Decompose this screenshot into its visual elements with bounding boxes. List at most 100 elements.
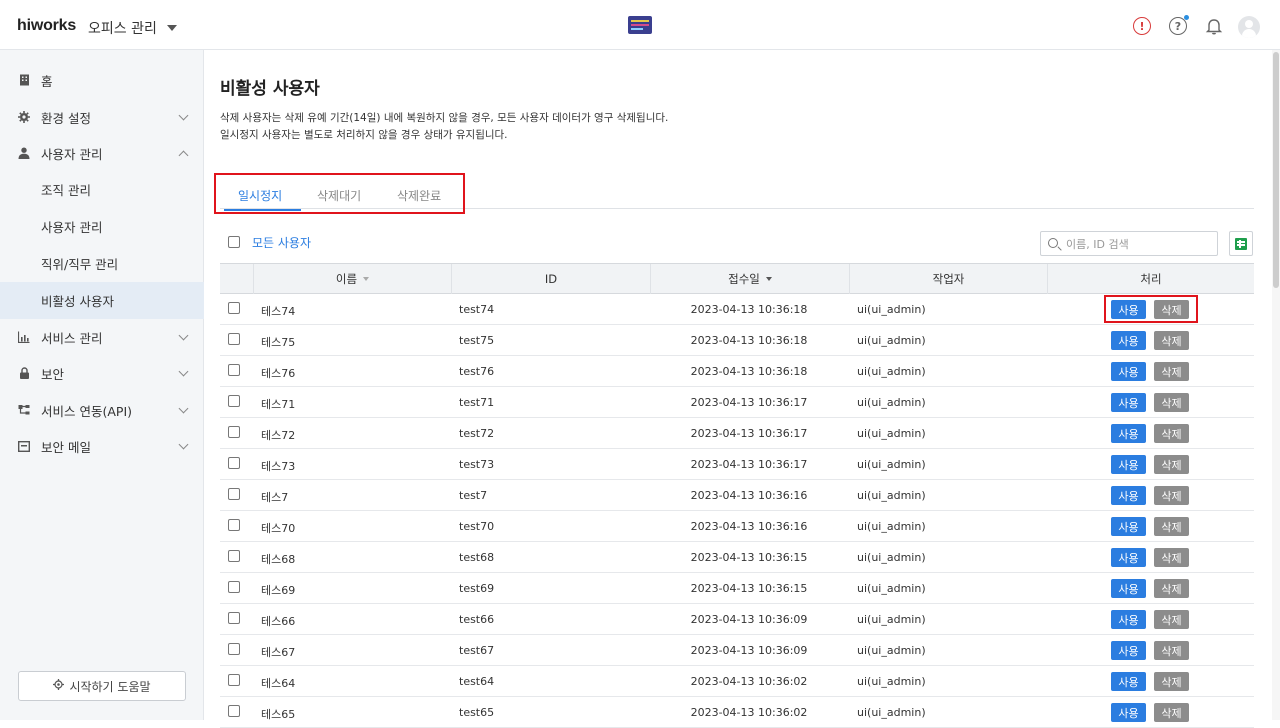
all-users-filter[interactable]: 모든 사용자 — [252, 234, 311, 251]
row-operator: ui(ui_admin) — [857, 396, 926, 409]
row-checkbox[interactable] — [228, 519, 240, 531]
row-name: 테스64 — [261, 677, 296, 690]
row-date: 2023-04-13 10:36:16 — [690, 489, 808, 502]
use-button[interactable]: 사용 — [1111, 548, 1146, 567]
use-button[interactable]: 사용 — [1111, 641, 1146, 660]
use-button[interactable]: 사용 — [1111, 424, 1146, 443]
use-button[interactable]: 사용 — [1111, 579, 1146, 598]
row-operator: ui(ui_admin) — [857, 706, 926, 719]
delete-button[interactable]: 삭제 — [1154, 393, 1189, 412]
row-operator: ui(ui_admin) — [857, 551, 926, 564]
sidebar-item-settings[interactable]: 환경 설정 — [0, 99, 204, 135]
office-menu-dropdown[interactable]: 오피스 관리 — [88, 18, 177, 38]
delete-button[interactable]: 삭제 — [1154, 672, 1189, 691]
delete-button[interactable]: 삭제 — [1154, 517, 1189, 536]
sidebar-item-secure-mail[interactable]: 보안 메일 — [0, 428, 204, 464]
header-name[interactable]: 이름 — [253, 264, 451, 294]
delete-button[interactable]: 삭제 — [1154, 579, 1189, 598]
chevron-down-icon — [178, 403, 189, 414]
use-button[interactable]: 사용 — [1111, 517, 1146, 536]
company-logo[interactable] — [628, 16, 652, 34]
row-name: 테스67 — [261, 646, 296, 659]
row-checkbox[interactable] — [228, 550, 240, 562]
sidebar-item-security[interactable]: 보안 — [0, 355, 204, 391]
row-date: 2023-04-13 10:36:18 — [690, 303, 808, 316]
search-icon — [1048, 238, 1058, 248]
table-header: 이름 ID 접수일 작업자 처리 — [220, 263, 1254, 294]
row-checkbox[interactable] — [228, 457, 240, 469]
tab-suspended[interactable]: 일시정지 — [238, 187, 282, 204]
delete-button[interactable]: 삭제 — [1154, 362, 1189, 381]
table-row: 테스75 test75 2023-04-13 10:36:18 ui(ui_admin… — [220, 325, 1254, 356]
sort-caret-icon — [363, 277, 370, 281]
sidebar-item-service-management[interactable]: 서비스 관리 — [0, 319, 204, 355]
sidebar-item-service-api[interactable]: 서비스 연동(API) — [0, 392, 204, 428]
sidebar-subitem-positions[interactable]: 직위/직무 관리 — [0, 245, 204, 282]
delete-button[interactable]: 삭제 — [1154, 548, 1189, 567]
delete-button[interactable]: 삭제 — [1154, 610, 1189, 629]
row-id: test65 — [459, 706, 495, 719]
help-button-label: 시작하기 도움말 — [69, 679, 151, 694]
row-checkbox[interactable] — [228, 395, 240, 407]
caret-down-icon — [166, 25, 177, 31]
use-button[interactable]: 사용 — [1111, 703, 1146, 722]
row-operator: ui(ui_admin) — [857, 582, 926, 595]
tab-pending-delete[interactable]: 삭제대기 — [317, 187, 361, 204]
sidebar-subitem-org[interactable]: 조직 관리 — [0, 171, 204, 208]
brand-logo[interactable]: hiworks — [17, 17, 76, 35]
sidebar-item-user-management[interactable]: 사용자 관리 — [0, 135, 204, 171]
row-checkbox[interactable] — [228, 581, 240, 593]
page-scrollbar[interactable] — [1272, 50, 1280, 720]
search-input[interactable] — [1066, 235, 1214, 253]
avatar[interactable] — [1238, 16, 1260, 38]
row-checkbox[interactable] — [228, 674, 240, 686]
getting-started-help-button[interactable]: 시작하기 도움말 — [18, 671, 186, 701]
excel-export-button[interactable] — [1229, 231, 1253, 256]
delete-button[interactable]: 삭제 — [1154, 455, 1189, 474]
delete-button[interactable]: 삭제 — [1154, 331, 1189, 350]
hierarchy-icon — [18, 404, 30, 416]
row-name: 테스72 — [261, 429, 296, 442]
table-row: 테스67 test67 2023-04-13 10:36:09 ui(ui_admin… — [220, 635, 1254, 666]
row-id: test68 — [459, 551, 495, 564]
bell-icon[interactable] — [1205, 17, 1223, 35]
use-button[interactable]: 사용 — [1111, 672, 1146, 691]
select-all-checkbox[interactable] — [228, 236, 240, 248]
row-date: 2023-04-13 10:36:15 — [690, 582, 808, 595]
delete-button[interactable]: 삭제 — [1154, 424, 1189, 443]
sidebar-item-home[interactable]: 홈 — [0, 62, 204, 98]
tab-deleted[interactable]: 삭제완료 — [397, 187, 441, 204]
row-checkbox[interactable] — [228, 364, 240, 376]
header-name-label: 이름 — [335, 272, 358, 286]
row-checkbox[interactable] — [228, 612, 240, 624]
header-date[interactable]: 접수일 — [650, 264, 849, 294]
delete-button[interactable]: 삭제 — [1154, 486, 1189, 505]
row-name: 테스70 — [261, 522, 296, 535]
scrollbar-thumb[interactable] — [1273, 52, 1279, 288]
alert-icon[interactable]: ! — [1133, 17, 1151, 35]
row-operator: ui(ui_admin) — [857, 334, 926, 347]
use-button[interactable]: 사용 — [1111, 486, 1146, 505]
use-button[interactable]: 사용 — [1111, 393, 1146, 412]
action-buttons-highlight — [1104, 295, 1198, 323]
use-button[interactable]: 사용 — [1111, 331, 1146, 350]
header-date-label: 접수일 — [728, 272, 760, 286]
row-checkbox[interactable] — [228, 426, 240, 438]
row-checkbox[interactable] — [228, 302, 240, 314]
row-checkbox[interactable] — [228, 643, 240, 655]
row-checkbox[interactable] — [228, 488, 240, 500]
row-operator: ui(ui_admin) — [857, 458, 926, 471]
header-id-label: ID — [544, 272, 558, 286]
use-button[interactable]: 사용 — [1111, 455, 1146, 474]
header-operator: 작업자 — [849, 264, 1047, 294]
sidebar-subitem-users[interactable]: 사용자 관리 — [0, 208, 204, 245]
sidebar-subitem-inactive-users[interactable]: 비활성 사용자 — [0, 282, 204, 319]
use-button[interactable]: 사용 — [1111, 610, 1146, 629]
table-row: 테스66 test66 2023-04-13 10:36:09 ui(ui_admin… — [220, 604, 1254, 635]
use-button[interactable]: 사용 — [1111, 362, 1146, 381]
row-checkbox[interactable] — [228, 333, 240, 345]
delete-button[interactable]: 삭제 — [1154, 703, 1189, 722]
delete-button[interactable]: 삭제 — [1154, 641, 1189, 660]
table-row: 테스76 test76 2023-04-13 10:36:18 ui(ui_admin… — [220, 356, 1254, 387]
row-checkbox[interactable] — [228, 705, 240, 717]
